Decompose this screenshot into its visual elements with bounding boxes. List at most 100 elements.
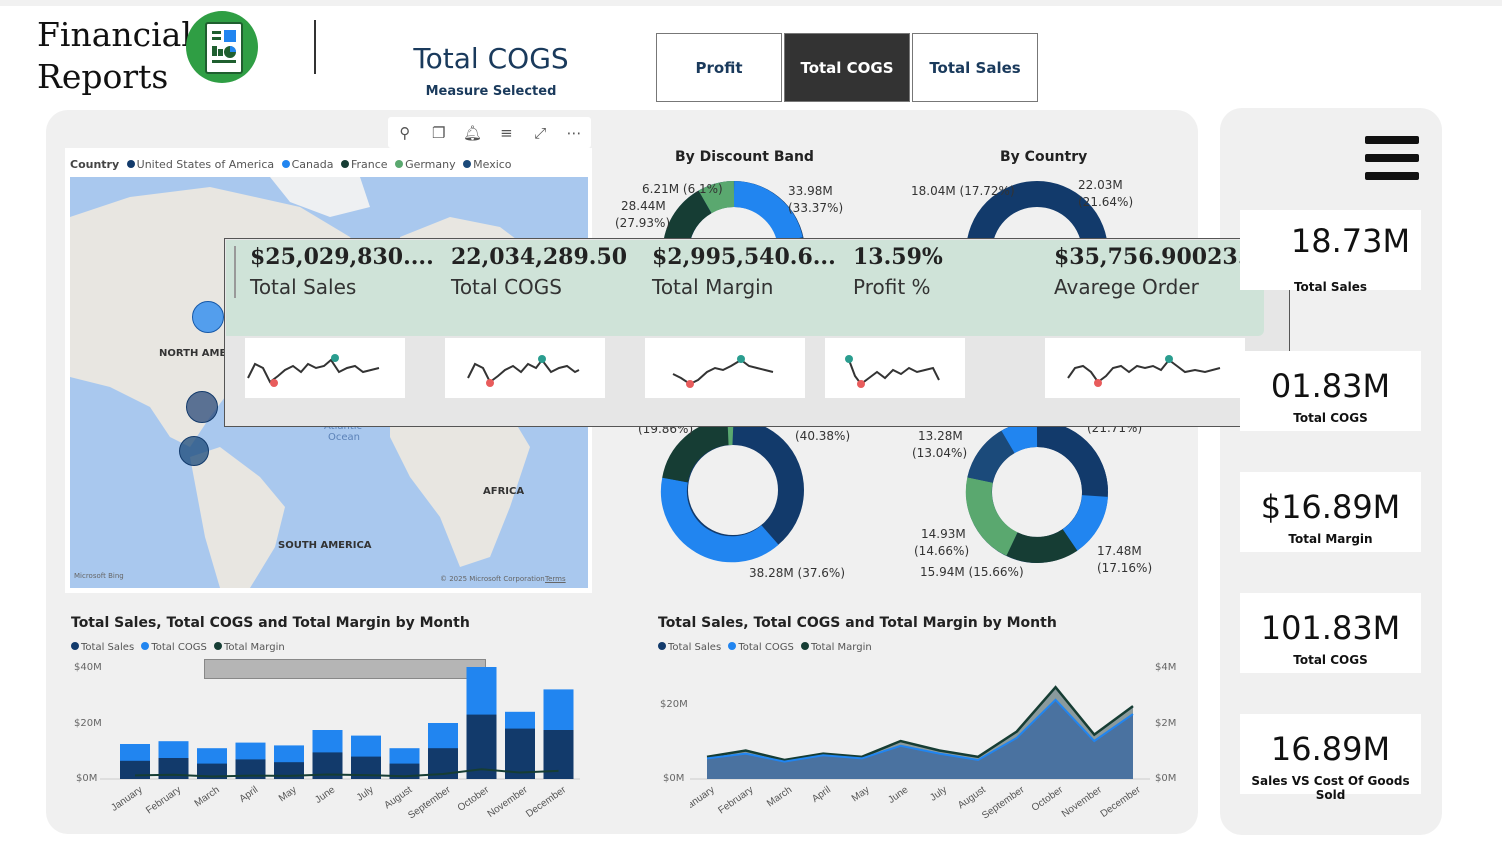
country-label-d2: (13.04%) [912,446,968,460]
legend-dot-mexico [463,160,472,168]
logo-line2: Reports [37,57,169,96]
sparkline-total-sales [245,338,405,398]
map-copyright: © 2025 Microsoft Corporation [440,575,545,583]
country-label-e: 14.93M [921,527,966,541]
area-xtick-july: July [928,784,949,803]
sparkline-avg-line [1067,358,1221,384]
bar-xtick-january: January [109,784,144,813]
map-label-ocean: Ocean [328,432,360,443]
discount-label-e: (40.38%) [795,429,851,443]
focus-mode-icon[interactable]: ⤢ [523,124,557,142]
kpi-card-total-margin: $16.89M Total Margin [1240,472,1421,552]
profit-button[interactable]: Profit [656,33,782,102]
bar-xtick-august: August [382,784,414,811]
country-label-g2: (17.16%) [1097,561,1153,575]
tooltip-divider [234,246,236,298]
map-label-africa: AFRICA [483,486,525,497]
legend-dot-usa [126,160,135,168]
area-ytick-right-2: $0M [1155,773,1177,784]
bell-icon[interactable]: 🔔︎ [456,124,490,142]
discount-label-a: 6.21M (6.1%) [642,182,723,196]
sparkline-avg-order [1045,338,1245,398]
header-divider [314,20,316,74]
tooltip-avg-order-value: $35,756.90023... [1054,244,1261,270]
tooltip-profit-label: Profit % [853,275,931,299]
legend-usa: United States of America [136,158,275,171]
kpi-card-total-cogs-2: 101.83M Total COGS [1240,593,1421,673]
legend-mexico: Mexico [473,158,512,171]
discount-label-b2: (27.93%) [615,216,671,230]
visual-toolbar: ⚲ ❐ 🔔︎ ≡ ⤢ ⋯ [388,117,591,148]
copy-icon[interactable]: ❐ [422,124,456,142]
legend-margin: Total Margin [224,642,285,653]
area-xtick-may: May [850,784,872,804]
bar-xtick-june: June [313,784,337,806]
bar-chart-legend: Total Sales Total COGS Total Margin [71,642,285,653]
tooltip-profit-value: 13.59% [853,244,943,270]
country-slice-canada-top [1001,421,1038,454]
area-xtick-april: April [810,784,833,804]
discount-label-f: 38.28M (37.6%) [749,566,846,580]
legend-dot-canada [281,160,290,168]
map-terms-link[interactable]: Terms [545,575,566,583]
pin-icon[interactable]: ⚲ [388,124,422,142]
discount-bottom-slice-medium [660,477,779,563]
total-cogs-button[interactable]: Total COGS [784,33,910,102]
map-bubble-usa[interactable] [186,391,218,423]
area-xtick-january: January [690,784,717,813]
document-icon [205,22,243,74]
bar-chart-plot[interactable]: January February March April May June July Augu… [100,660,590,840]
country-label-d: 13.28M [918,429,963,443]
area-xtick-march: March [765,784,794,809]
kpi-label: Total COGS [1293,411,1368,425]
sparkline-sales-line [247,358,380,384]
country-slice-france [1006,528,1078,563]
discount-label-c: 33.98M [788,184,833,198]
bar-xtick-may: May [277,784,299,804]
legend-sales: Total Sales [81,642,135,653]
map-bubble-canada[interactable] [192,301,224,333]
bar-xtick-december: December [524,784,569,820]
bar-xtick-september: September [406,784,453,821]
area-xtick-february: February [716,784,755,816]
area-chart-plot[interactable]: January February March April May June July Augu… [690,660,1150,840]
legend-cogs: Total COGS [151,642,207,653]
country-slice-mexico [967,430,1015,484]
sparkline-margin-line [672,358,774,386]
legend-germany: Germany [405,158,456,171]
sparkline-margin-min [686,380,694,388]
kpi-label: Total Margin [1288,532,1373,546]
map-legend-title: Country [70,158,120,171]
area-ytick-left-1: $0M [663,773,685,784]
hamburger-menu-icon[interactable] [1365,136,1419,182]
tooltip-total-margin-value: $2,995,540.6... [652,244,836,270]
country-label-b2: (21.64%) [1078,195,1134,209]
tooltip-avg-order-label: Avarege Order [1054,275,1199,299]
tooltip-total-sales-label: Total Sales [250,275,357,299]
total-sales-button[interactable]: Total Sales [912,33,1038,102]
map-label-south-america: SOUTH AMERICA [278,540,372,551]
sparkline-avg-min [1094,379,1102,387]
legend-france: France [350,158,388,171]
area-ytick-right-0: $4M [1155,662,1177,673]
kpi-card-total-cogs: 01.83M Total COGS [1240,351,1421,431]
area-ytick-left-0: $20M [660,699,688,710]
sparkline-sales-max [331,354,339,362]
more-options-icon[interactable]: ⋯ [557,124,591,142]
map-bubble-mexico[interactable] [179,436,209,466]
country-label-f: 15.94M (15.66%) [920,565,1024,579]
measure-subtitle: Measure Selected [425,84,557,99]
filter-icon[interactable]: ≡ [489,124,523,142]
measure-title: Total COGS [413,42,569,75]
area-xtick-november: November [1060,784,1105,820]
sparkline-profit-min [857,380,865,388]
kpi-card-total-sales: 18.73M Total Sales [1240,210,1421,294]
area-xtick-december: December [1099,784,1144,820]
logo-line1: Financial [37,15,192,54]
map-label-north-america: NORTH AMER [159,348,235,359]
sparkline-cogs-max [538,355,546,363]
country-slice-germany [965,477,1019,556]
discount-band-title: By Discount Band [675,149,814,165]
area-xtick-september: September [980,784,1027,821]
area-xtick-june: June [886,784,910,806]
